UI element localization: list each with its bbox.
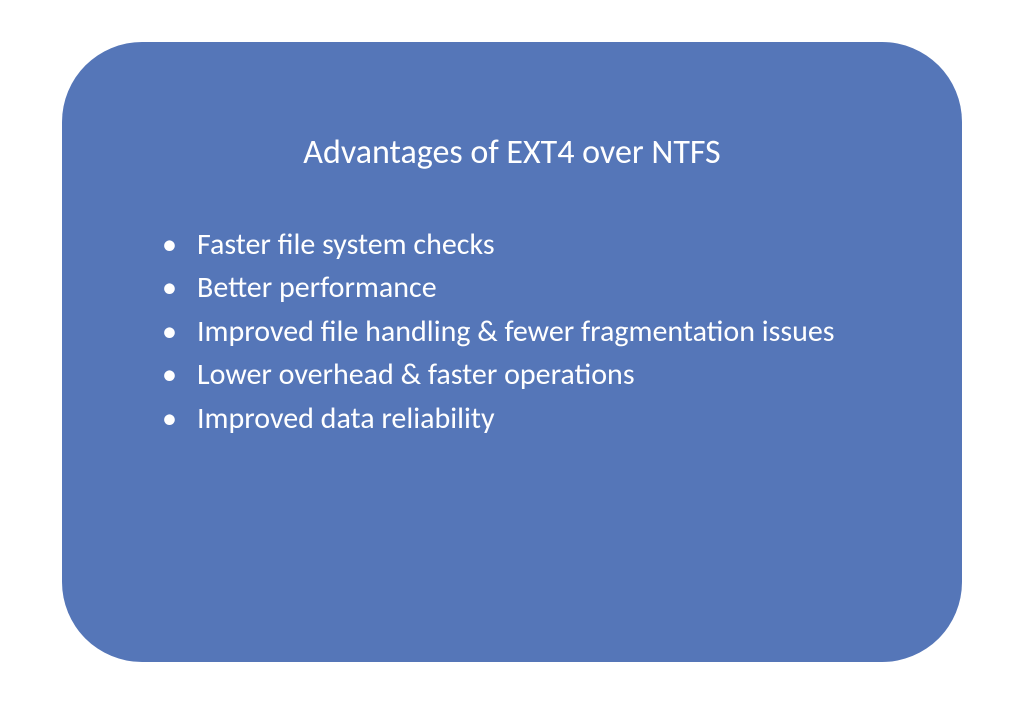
slide-title: Advantages of EXT4 over NTFS xyxy=(132,132,892,173)
list-item: Faster file system checks xyxy=(162,223,892,267)
slide-card: Advantages of EXT4 over NTFS Faster file… xyxy=(62,42,962,662)
list-item: Improved data reliability xyxy=(162,397,892,441)
bullet-list: Faster file system checks Better perform… xyxy=(132,223,892,441)
list-item: Better performance xyxy=(162,266,892,310)
list-item: Improved file handling & fewer fragmenta… xyxy=(162,310,892,354)
list-item: Lower overhead & faster operations xyxy=(162,353,892,397)
